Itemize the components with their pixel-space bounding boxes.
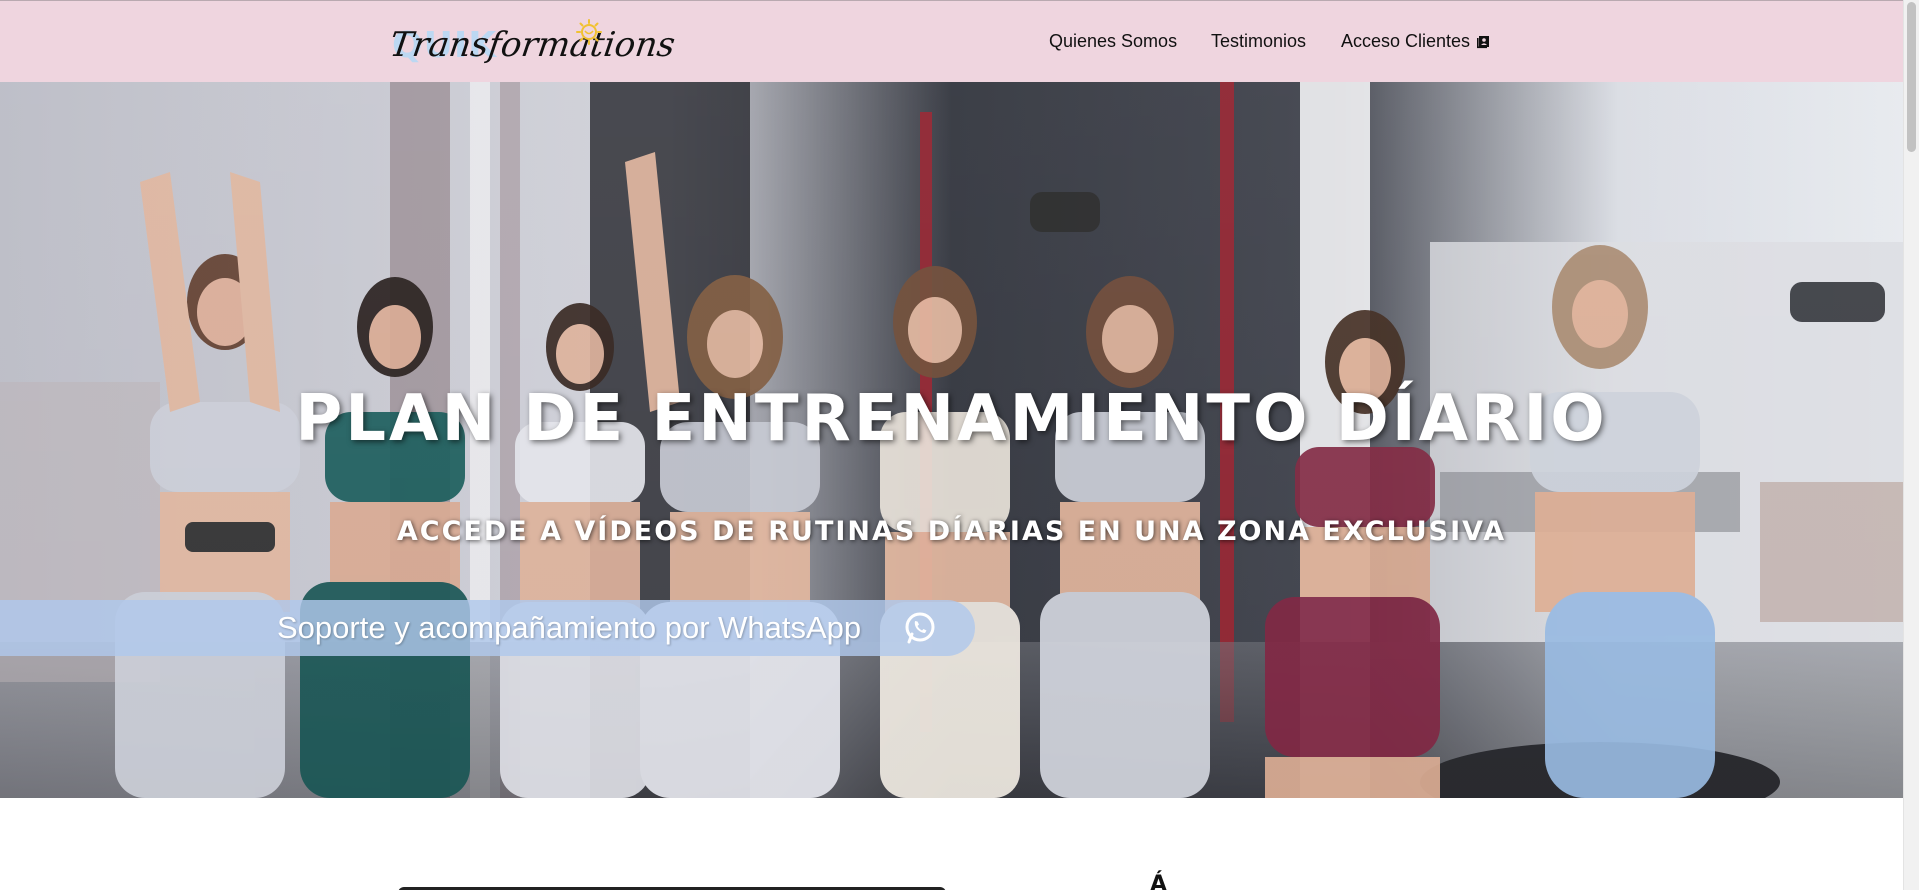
whatsapp-icon — [905, 612, 935, 644]
page-scrollbar[interactable] — [1903, 0, 1919, 890]
nav-acceso-clientes[interactable]: Acceso Clientes — [1341, 31, 1490, 52]
nav-testimonios[interactable]: Testimonios — [1211, 31, 1306, 52]
scrollbar-thumb[interactable] — [1907, 2, 1916, 152]
below-fold-heading-fragment: Á — [1150, 872, 1168, 890]
hero-banner: PLAN DE ENTRENAMIENTO DÍARIO ACCEDE A VÍ… — [0, 82, 1903, 798]
logo-wordmark: Transformations — [387, 25, 678, 65]
site-header: QUIK Transformations Quienes Somos Testi… — [0, 0, 1903, 82]
contact-book-icon — [1477, 35, 1490, 48]
sun-icon — [576, 19, 602, 45]
nav-quienes-somos[interactable]: Quienes Somos — [1049, 31, 1177, 52]
whatsapp-support-button[interactable]: Soporte y acompañamiento por WhatsApp — [0, 600, 975, 656]
site-logo[interactable]: QUIK Transformations — [387, 15, 678, 77]
nav-acceso-clientes-label: Acceso Clientes — [1341, 31, 1471, 51]
hero-title: PLAN DE ENTRENAMIENTO DÍARIO — [295, 382, 1608, 456]
page: QUIK Transformations Quienes Somos Testi… — [0, 0, 1903, 890]
hero-subtitle: ACCEDE A VÍDEOS DE RUTINAS DÍARIAS EN UN… — [396, 516, 1507, 547]
whatsapp-support-label: Soporte y acompañamiento por WhatsApp — [277, 610, 862, 645]
